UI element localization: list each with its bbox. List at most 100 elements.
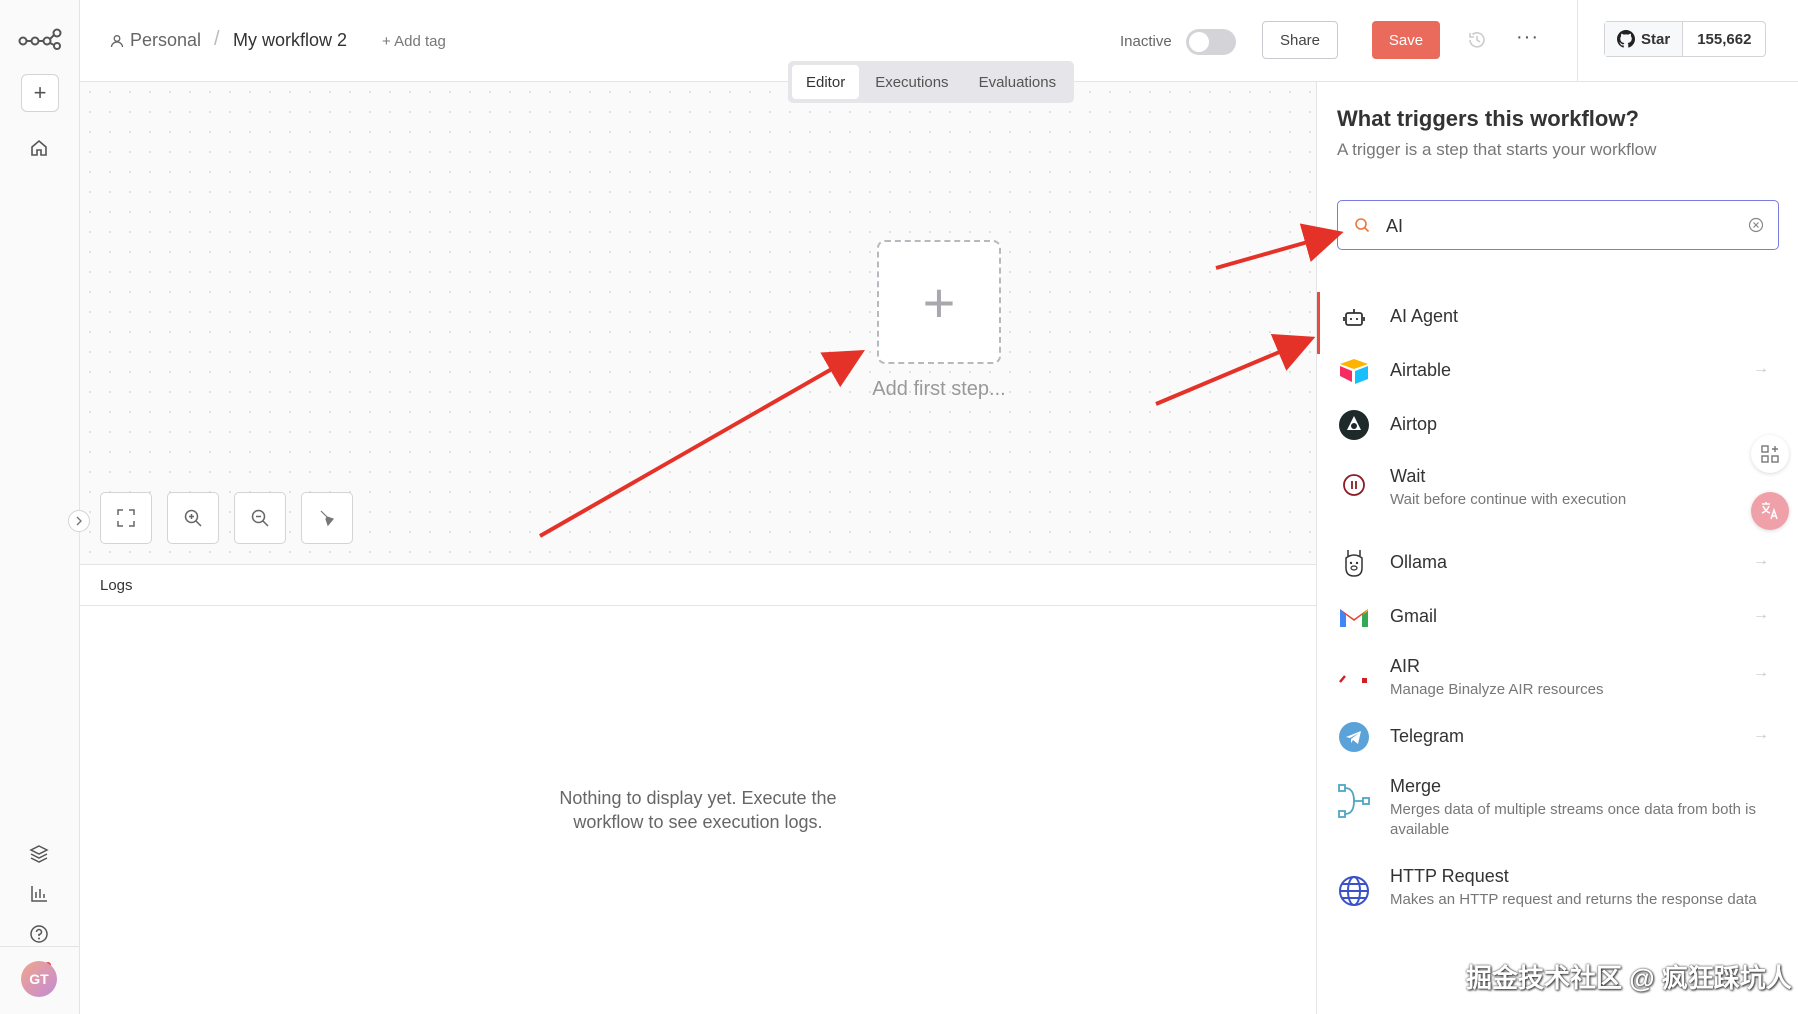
breadcrumb-personal[interactable]: Personal bbox=[110, 30, 201, 51]
active-toggle[interactable] bbox=[1186, 29, 1236, 55]
tab-evaluations[interactable]: Evaluations bbox=[965, 65, 1071, 99]
github-star-label: Star bbox=[1641, 30, 1671, 48]
node-item-merge[interactable]: Merge Merges data of multiple streams on… bbox=[1317, 770, 1798, 850]
save-button[interactable]: Save bbox=[1372, 21, 1440, 59]
merge-icon bbox=[1337, 784, 1371, 818]
github-star-button[interactable]: Star bbox=[1605, 22, 1684, 56]
node-name: Gmail bbox=[1390, 606, 1438, 626]
user-icon bbox=[110, 34, 124, 47]
airtable-icon bbox=[1337, 354, 1371, 388]
node-item-air[interactable]: AIR Manage Binalyze AIR resources → bbox=[1317, 650, 1798, 710]
chevron-right-icon bbox=[76, 516, 82, 526]
help-icon[interactable] bbox=[27, 922, 51, 946]
arrow-right-icon: → bbox=[1753, 606, 1769, 623]
pause-icon bbox=[1337, 468, 1371, 502]
node-description: Wait before continue with execution bbox=[1390, 491, 1627, 508]
n8n-logo-icon[interactable] bbox=[18, 28, 62, 50]
more-options-icon[interactable]: ··· bbox=[1516, 26, 1539, 49]
node-item-gmail[interactable]: Gmail → bbox=[1317, 600, 1798, 646]
node-item-telegram[interactable]: Telegram → bbox=[1317, 720, 1798, 766]
left-sidebar: + GT bbox=[0, 0, 80, 1014]
arrow-right-icon: → bbox=[1753, 360, 1769, 377]
translate-float-button[interactable] bbox=[1751, 492, 1789, 530]
github-icon bbox=[1617, 30, 1635, 48]
node-item-ollama[interactable]: Ollama → bbox=[1317, 546, 1798, 592]
llama-icon bbox=[1337, 546, 1371, 580]
search-icon bbox=[1355, 218, 1370, 233]
node-description: Merges data of multiple streams once dat… bbox=[1390, 801, 1757, 838]
logs-title: Logs bbox=[100, 577, 133, 594]
logs-panel: Nothing to display yet. Execute the work… bbox=[80, 606, 1316, 1014]
node-name: HTTP Request bbox=[1390, 866, 1509, 886]
node-name: Airtable bbox=[1390, 360, 1452, 380]
zoom-in-icon bbox=[184, 509, 202, 527]
node-item-wait[interactable]: Wait Wait before continue with execution bbox=[1317, 460, 1798, 520]
node-description: Makes an HTTP request and returns the re… bbox=[1390, 891, 1757, 908]
node-name: AI Agent bbox=[1390, 306, 1459, 326]
history-icon[interactable] bbox=[1466, 29, 1488, 51]
fit-view-button[interactable] bbox=[100, 492, 152, 544]
air-icon bbox=[1337, 662, 1371, 696]
tab-editor[interactable]: Editor bbox=[792, 65, 860, 99]
robot-icon bbox=[1337, 300, 1371, 334]
add-first-step-label: Add first step... bbox=[872, 378, 1006, 400]
plus-icon: + bbox=[33, 80, 47, 105]
broom-icon bbox=[320, 510, 335, 527]
header-divider bbox=[1577, 0, 1578, 82]
gmail-icon bbox=[1337, 600, 1371, 634]
zoom-out-icon bbox=[251, 509, 269, 527]
zoom-out-button[interactable] bbox=[234, 492, 286, 544]
breadcrumb-separator: / bbox=[214, 28, 220, 50]
add-first-step-button[interactable]: + bbox=[877, 240, 1001, 364]
add-tag-link[interactable]: + Add tag bbox=[382, 33, 446, 50]
node-item-airtable[interactable]: Airtable → bbox=[1317, 354, 1798, 400]
node-name: Ollama bbox=[1390, 552, 1448, 572]
globe-icon bbox=[1337, 874, 1371, 908]
sidebar-divider bbox=[0, 946, 79, 947]
arrow-right-icon: → bbox=[1753, 726, 1769, 743]
logs-empty-message: Nothing to display yet. Execute the work… bbox=[80, 786, 1316, 834]
templates-icon[interactable] bbox=[27, 842, 51, 866]
plus-icon: + bbox=[922, 270, 956, 334]
logs-empty-line-2: workflow to see execution logs. bbox=[573, 812, 823, 832]
avatar[interactable]: GT bbox=[21, 961, 57, 997]
clear-search-icon[interactable] bbox=[1748, 217, 1764, 233]
tidy-up-button[interactable] bbox=[301, 492, 353, 544]
apps-icon bbox=[1761, 445, 1779, 463]
node-item-airtop[interactable]: Airtop bbox=[1317, 408, 1798, 454]
home-icon[interactable] bbox=[27, 136, 51, 160]
node-name: Merge bbox=[1390, 776, 1442, 796]
arrow-right-icon: → bbox=[1753, 552, 1769, 569]
tab-executions[interactable]: Executions bbox=[861, 65, 962, 99]
zoom-in-button[interactable] bbox=[167, 492, 219, 544]
translate-icon bbox=[1761, 502, 1778, 520]
telegram-icon bbox=[1337, 720, 1371, 754]
github-star-widget[interactable]: Star 155,662 bbox=[1604, 21, 1767, 57]
insights-icon[interactable] bbox=[27, 882, 51, 906]
create-button[interactable]: + bbox=[21, 74, 59, 112]
node-item-ai-agent[interactable]: AI Agent bbox=[1317, 292, 1798, 354]
airtop-icon bbox=[1337, 408, 1371, 442]
node-search-box[interactable] bbox=[1337, 200, 1779, 250]
workflow-name[interactable]: My workflow 2 bbox=[233, 30, 347, 51]
view-tabs: Editor Executions Evaluations bbox=[788, 61, 1075, 103]
fullscreen-icon bbox=[117, 509, 135, 527]
node-name: Wait bbox=[1390, 466, 1426, 486]
expand-sidebar-button[interactable] bbox=[68, 510, 90, 532]
github-star-count[interactable]: 155,662 bbox=[1683, 22, 1765, 56]
panel-subtitle: A trigger is a step that starts your wor… bbox=[1337, 140, 1657, 159]
watermark: 掘金技术社区 @ 疯狂踩坑人 bbox=[1466, 963, 1792, 993]
panel-title: What triggers this workflow? bbox=[1337, 106, 1639, 131]
logs-empty-line-1: Nothing to display yet. Execute the bbox=[559, 788, 837, 808]
breadcrumb-personal-label: Personal bbox=[130, 30, 202, 50]
apps-float-button[interactable] bbox=[1751, 435, 1789, 473]
logs-header[interactable]: Logs bbox=[80, 564, 1316, 606]
node-creator-panel: What triggers this workflow? A trigger i… bbox=[1316, 82, 1798, 1014]
node-name: Airtop bbox=[1390, 414, 1438, 434]
arrow-right-icon: → bbox=[1753, 664, 1769, 681]
node-name: Telegram bbox=[1390, 726, 1465, 746]
node-item-http-request[interactable]: HTTP Request Makes an HTTP request and r… bbox=[1317, 860, 1798, 940]
node-name: AIR bbox=[1390, 656, 1421, 676]
node-search-input[interactable] bbox=[1386, 213, 1726, 239]
share-button[interactable]: Share bbox=[1262, 21, 1338, 59]
